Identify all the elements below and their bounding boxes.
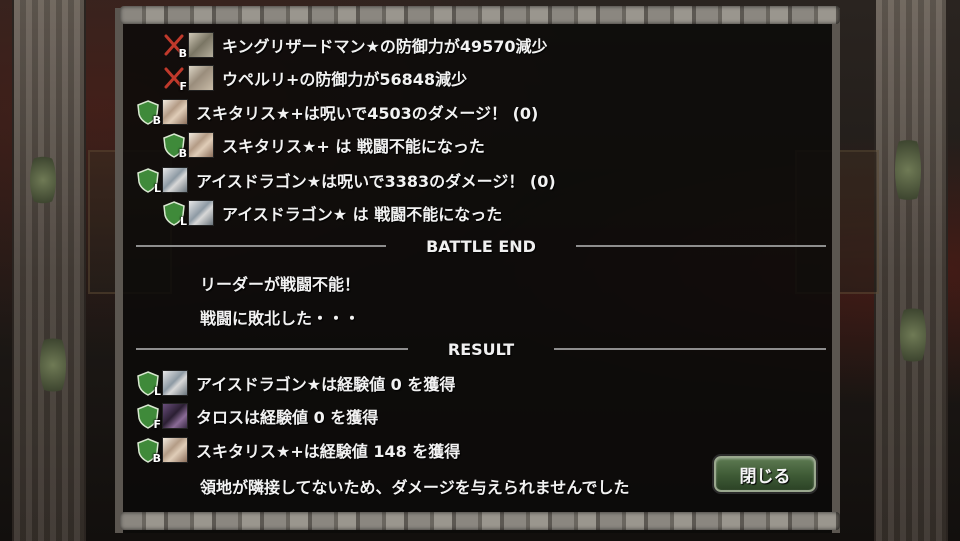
- shield-icon: L: [136, 370, 161, 398]
- log-text: アイスドラゴン★ は 戦闘不能になった: [222, 205, 503, 224]
- debuff-slash-icon: F: [162, 65, 187, 93]
- unit-portrait: [162, 99, 188, 125]
- divider-line: [136, 245, 387, 247]
- log-text: スキタリス★+は呪いで4503のダメージ！ (0): [196, 104, 539, 123]
- shield-icon: B: [162, 132, 187, 160]
- log-row: B スキタリス★+は呪いで4503のダメージ！ (0): [136, 97, 538, 127]
- stone-frame-top: [120, 6, 840, 24]
- rank-badge: B: [152, 452, 161, 465]
- unit-portrait: [162, 437, 188, 463]
- unit-portrait: [188, 200, 214, 226]
- log-text: ウペルリ+の防御力が56848減少: [222, 70, 468, 89]
- rank-badge: F: [153, 418, 161, 431]
- shield-icon: B: [136, 99, 161, 127]
- log-row: B スキタリス★+ は 戦闘不能になった: [162, 130, 485, 160]
- shield-icon: L: [136, 167, 161, 195]
- log-text: キングリザードマン★の防御力が49570減少: [222, 37, 548, 56]
- shield-icon: L: [162, 200, 187, 228]
- rank-badge: L: [179, 215, 187, 228]
- divider-line: [136, 348, 408, 350]
- result-text: アイスドラゴン★は経験値 0 を獲得: [196, 375, 456, 394]
- vine-decoration: [900, 300, 926, 370]
- stone-pillar-right: [874, 0, 948, 541]
- log-row: L アイスドラゴン★ は 戦闘不能になった: [162, 198, 502, 228]
- vine-decoration: [895, 130, 921, 210]
- unit-portrait: [188, 65, 214, 91]
- divider-line: [575, 245, 827, 247]
- shield-icon: B: [136, 437, 161, 465]
- battle-end-line: リーダーが戦闘不能！: [200, 275, 361, 294]
- rank-badge: B: [152, 114, 161, 127]
- result-row: F タロスは経験値 0 を獲得: [136, 401, 378, 431]
- log-row: B キングリザードマン★の防御力が49570減少: [162, 30, 548, 60]
- battle-end-divider: BATTLE END: [136, 236, 827, 256]
- battle-end-heading: BATTLE END: [426, 236, 536, 256]
- unit-portrait: [188, 132, 214, 158]
- close-button[interactable]: 閉じる: [714, 456, 816, 492]
- vine-decoration: [40, 330, 66, 400]
- result-row: B スキタリス★+は経験値 148 を獲得: [136, 435, 460, 465]
- stone-frame-bottom: [120, 512, 840, 530]
- result-divider: RESULT: [136, 339, 827, 359]
- result-row: L アイスドラゴン★は経験値 0 を獲得: [136, 368, 455, 398]
- rank-badge: L: [153, 182, 161, 195]
- stone-pillar-left: [12, 0, 86, 541]
- log-row: F ウペルリ+の防御力が56848減少: [162, 63, 467, 93]
- log-text: スキタリス★+ は 戦闘不能になった: [222, 137, 485, 156]
- battle-end-line: 戦闘に敗北した・・・: [200, 309, 361, 328]
- close-button-label: 閉じる: [739, 466, 791, 487]
- rank-badge: F: [179, 80, 187, 93]
- vine-decoration: [30, 150, 56, 210]
- rank-badge: L: [153, 385, 161, 398]
- unit-portrait: [162, 167, 188, 193]
- debuff-slash-icon: B: [162, 32, 187, 60]
- log-text: アイスドラゴン★は呪いで3383のダメージ！ (0): [196, 172, 556, 191]
- unit-portrait: [188, 32, 214, 58]
- unit-portrait: [162, 370, 188, 396]
- unit-portrait: [162, 403, 188, 429]
- divider-line: [554, 348, 827, 350]
- result-note: 領地が隣接してないため、ダメージを与えられませんでした: [200, 478, 630, 497]
- rank-badge: B: [178, 147, 187, 160]
- log-row: L アイスドラゴン★は呪いで3383のダメージ！ (0): [136, 165, 556, 195]
- shield-icon: F: [136, 403, 161, 431]
- rank-badge: B: [178, 47, 187, 60]
- result-text: スキタリス★+は経験値 148 を獲得: [196, 442, 461, 461]
- result-heading: RESULT: [447, 339, 515, 359]
- result-text: タロスは経験値 0 を獲得: [196, 408, 379, 427]
